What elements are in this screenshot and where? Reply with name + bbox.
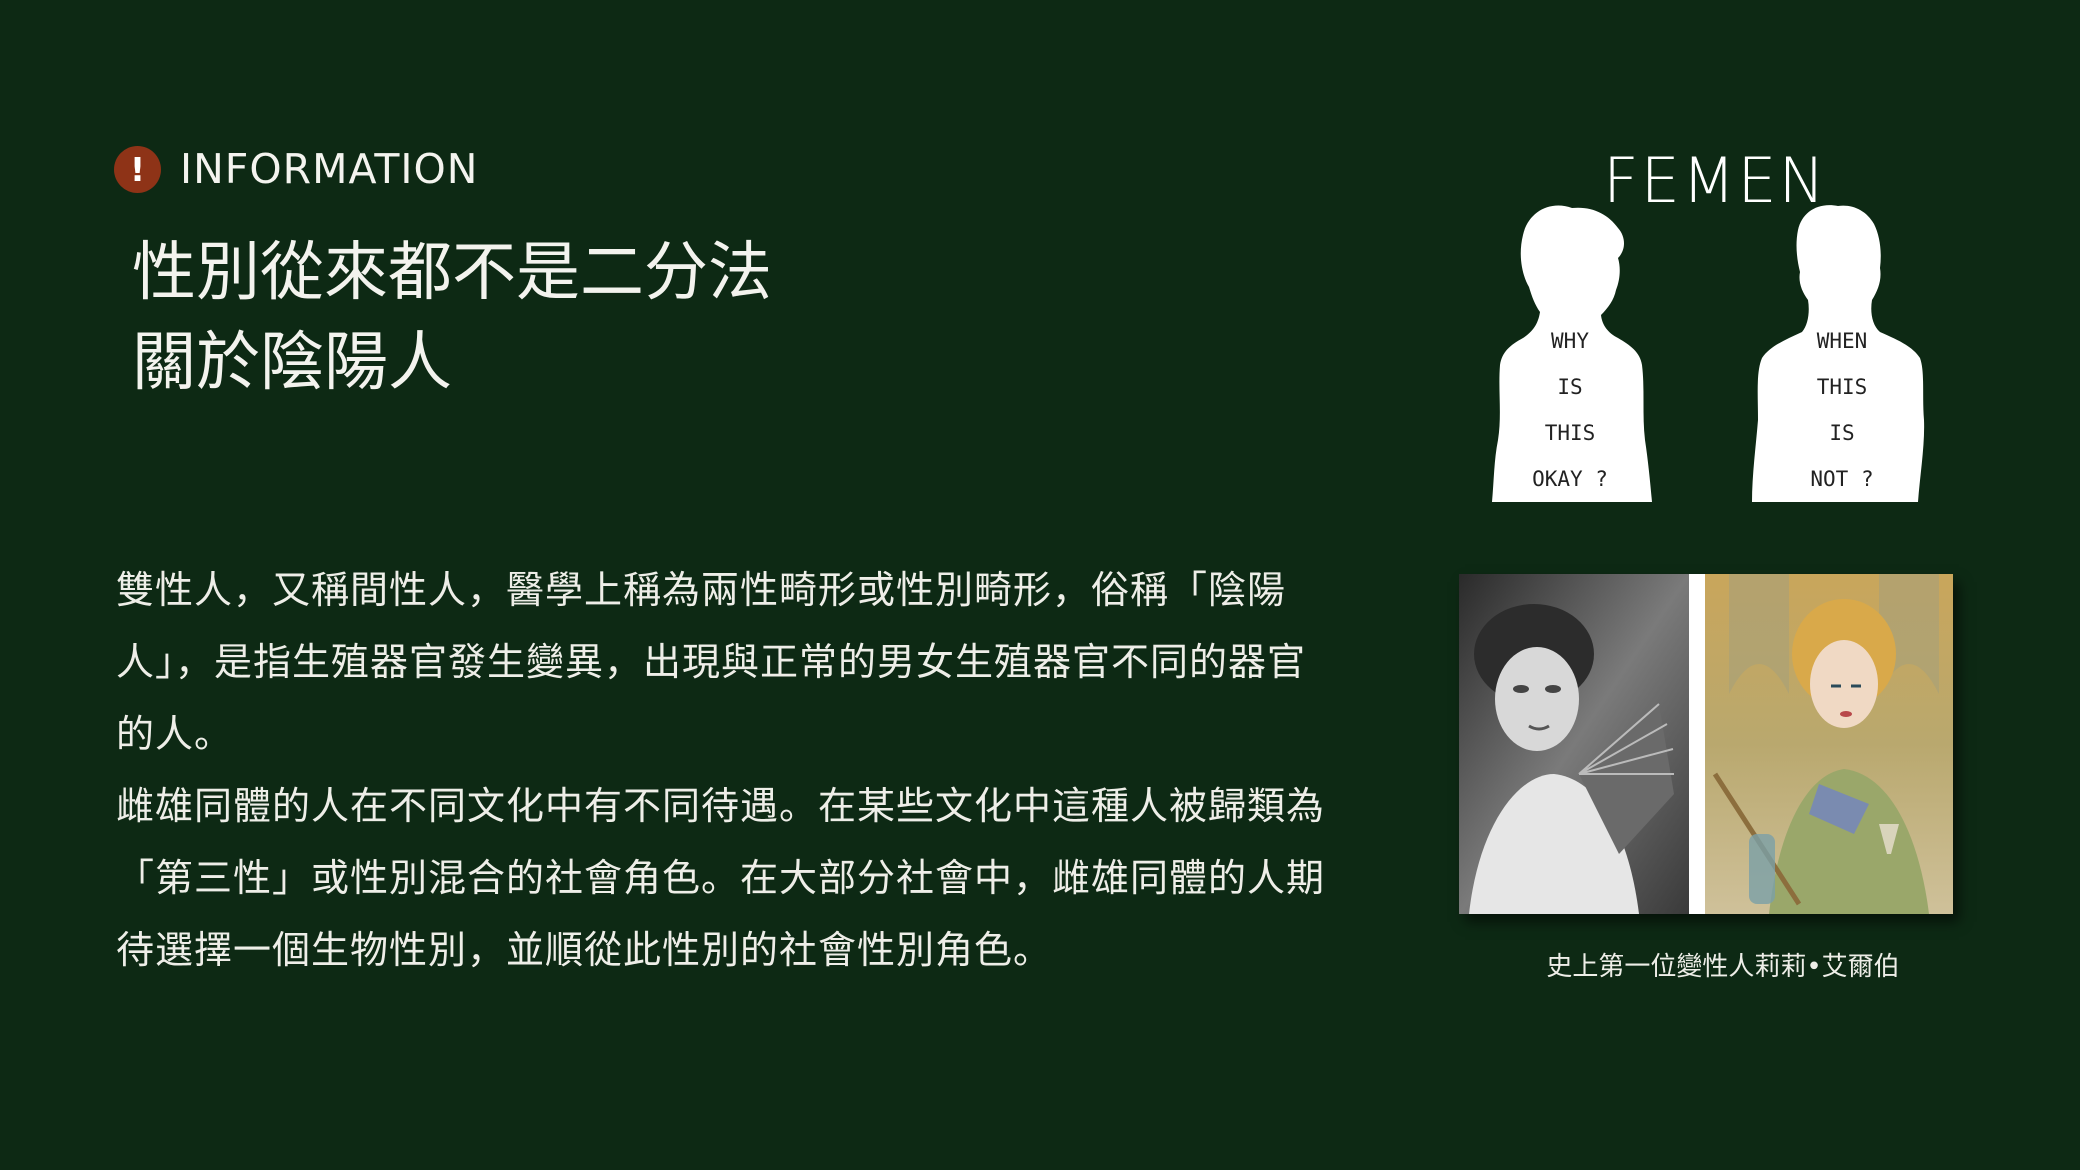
male-word: WHEN <box>1816 329 1868 353</box>
title-line-1: 性別從來都不是二分法 <box>132 236 772 310</box>
exclamation-icon: ! <box>114 145 161 193</box>
femen-silhouette-graphic: FEMEN WHY IS THIS OKAY ? WHEN THIS IS NO… <box>1480 140 1940 510</box>
female-word: THIS <box>1544 421 1596 445</box>
lili-elbe-photo <box>1459 574 1953 914</box>
info-label: INFORMATION <box>180 145 479 193</box>
title-line-2: 關於陰陽人 <box>132 326 452 400</box>
body-text: 雙性人，又稱間性人，醫學上稱為兩性畸形或性別畸形，俗稱「陰陽人」，是指生殖器官發… <box>116 554 1336 986</box>
body-paragraph-2: 雌雄同體的人在不同文化中有不同待遇。在某些文化中這種人被歸類為「第三性」或性別混… <box>116 784 1326 972</box>
femen-title: FEMEN <box>1603 144 1827 217</box>
info-header: ! INFORMATION <box>114 143 478 195</box>
photo-caption: 史上第一位變性人莉莉•艾爾伯 <box>1546 952 1900 982</box>
slide: ! INFORMATION 性別從來都不是二分法 關於陰陽人 雙性人，又稱間性人… <box>0 0 2080 1170</box>
female-silhouette-text: WHY IS THIS OKAY ? <box>1520 318 1620 502</box>
male-word: IS <box>1829 421 1855 445</box>
male-word: NOT ? <box>1810 467 1874 491</box>
female-word: OKAY ? <box>1532 467 1608 491</box>
page-title: 性別從來都不是二分法 關於陰陽人 <box>132 228 772 408</box>
photo-image <box>1459 574 1953 914</box>
male-silhouette-text: WHEN THIS IS NOT ? <box>1792 318 1892 502</box>
body-paragraph-1: 雙性人，又稱間性人，醫學上稱為兩性畸形或性別畸形，俗稱「陰陽人」，是指生殖器官發… <box>116 568 1307 756</box>
female-word: WHY <box>1551 329 1589 353</box>
male-word: THIS <box>1816 375 1868 399</box>
female-word: IS <box>1557 375 1583 399</box>
